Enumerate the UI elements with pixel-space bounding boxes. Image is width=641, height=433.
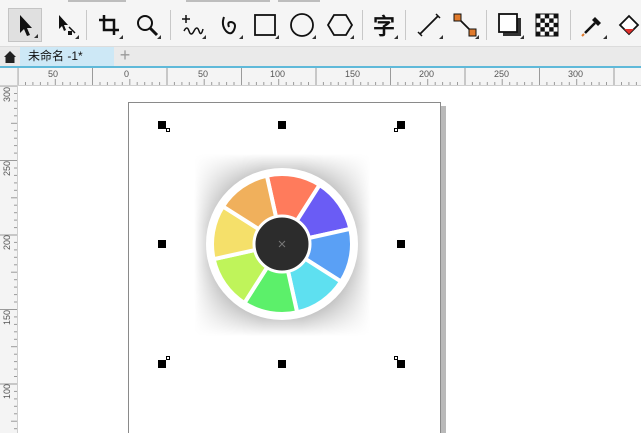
document-tab-bar: 未命名 -1* + [0, 46, 641, 68]
freehand-tool-button[interactable] [175, 8, 209, 42]
rotation-handle[interactable] [166, 128, 170, 132]
selection-handle-top[interactable] [278, 121, 286, 129]
ruler-label: 150 [2, 309, 12, 325]
selection-handle-bottom[interactable] [278, 360, 286, 368]
parallel-dimension-tool-button[interactable] [412, 8, 446, 42]
checkerboard-icon [535, 13, 559, 37]
connector-tool-button[interactable] [448, 8, 482, 42]
ruler-label: 250 [2, 160, 12, 176]
polygon-tool-button[interactable] [323, 8, 357, 42]
rotation-handle[interactable] [166, 356, 170, 360]
ruler-corner[interactable] [0, 68, 18, 86]
ruler-label: 100 [270, 69, 286, 79]
selection-handle-top-right[interactable] [397, 121, 405, 129]
text-icon: 字 [372, 15, 395, 40]
artistic-media-tool-button[interactable] [212, 8, 246, 42]
add-tab-button[interactable]: + [117, 46, 133, 64]
text-tool-button[interactable]: 字 [367, 8, 401, 42]
ruler-label: 200 [2, 234, 12, 250]
drop-shadow-tool-button[interactable] [493, 8, 527, 42]
ruler-label: 50 [198, 69, 209, 79]
crop-tool-button[interactable] [92, 8, 126, 42]
home-icon[interactable] [2, 49, 18, 65]
eyedropper-tool-button[interactable] [576, 8, 610, 42]
property-bar-edge [278, 0, 320, 2]
paint-bucket-icon [618, 14, 640, 36]
rectangle-tool-button[interactable] [248, 8, 282, 42]
horizontal-ruler[interactable]: 50 0 50 100 150 200 250 300 [18, 68, 641, 86]
zoom-tool-button[interactable] [130, 8, 164, 42]
ruler-label: 300 [2, 86, 12, 102]
ellipse-tool-button[interactable] [285, 8, 319, 42]
ruler-label: 200 [419, 69, 435, 79]
selection-handle-left[interactable] [158, 240, 166, 248]
selection-handle-top-left[interactable] [158, 121, 166, 129]
toolbox: 字 [0, 0, 641, 47]
ruler-label: 300 [568, 69, 584, 79]
interactive-fill-tool-button[interactable] [612, 8, 641, 42]
ruler-label: 50 [48, 69, 59, 79]
page-shadow [441, 106, 446, 433]
vertical-ruler[interactable]: 300 250 200 150 100 [0, 86, 18, 433]
property-bar-edge [186, 0, 270, 2]
selection-handle-right[interactable] [397, 240, 405, 248]
horizontal-ruler-ticks [18, 68, 637, 85]
ruler-label: 250 [494, 69, 510, 79]
ruler-label: 150 [345, 69, 361, 79]
property-bar-edge [68, 0, 126, 2]
vertical-ruler-ticks [0, 86, 17, 430]
selection-handle-bottom-left[interactable] [158, 360, 166, 368]
ruler-label: 0 [124, 69, 130, 79]
transparency-tool-button[interactable] [530, 8, 564, 42]
pick-tool-button[interactable] [8, 8, 42, 42]
aperture-artwork[interactable] [160, 125, 405, 365]
document-tab[interactable]: 未命名 -1* [20, 47, 114, 66]
selection-handle-bottom-right[interactable] [397, 360, 405, 368]
shape-tool-button[interactable] [48, 8, 82, 42]
ruler-label: 100 [2, 383, 12, 399]
